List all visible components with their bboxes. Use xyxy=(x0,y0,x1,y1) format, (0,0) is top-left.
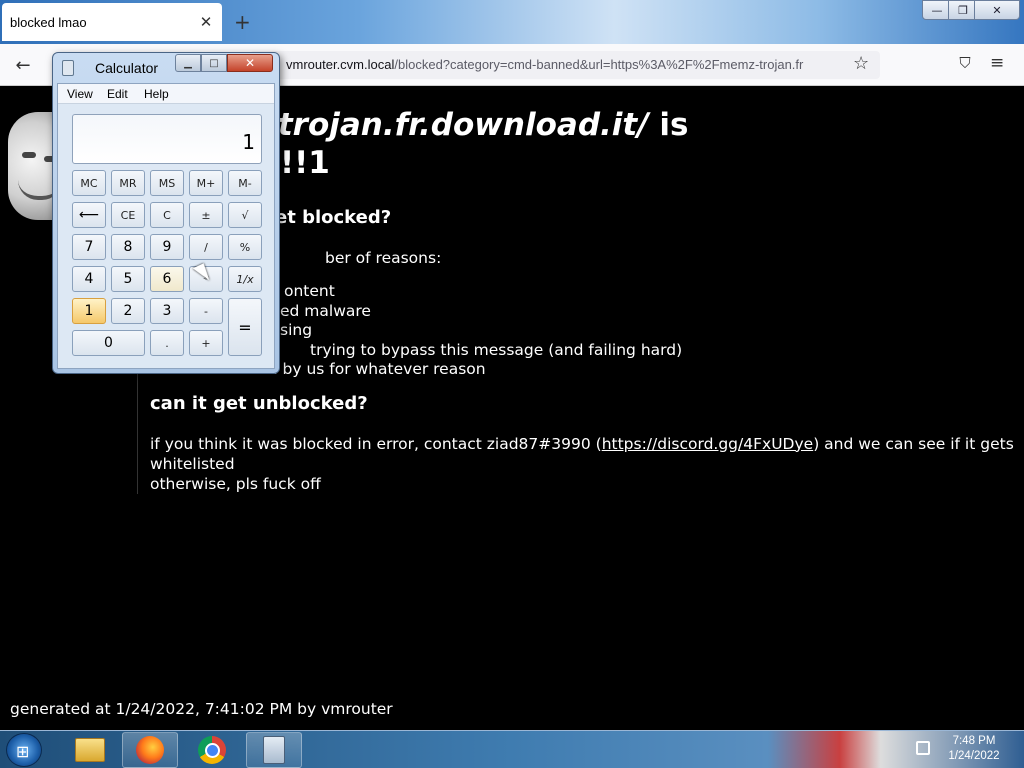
system-clock[interactable]: 7:48 PM 1/24/2022 xyxy=(936,734,1012,764)
taskbar: ⊞ 7:48 PM 1/24/2022 xyxy=(0,730,1024,768)
digit-4-button[interactable]: 4 xyxy=(72,266,106,292)
digit-6-button[interactable]: 6 xyxy=(150,266,184,292)
calculator-display: 1 xyxy=(72,114,262,164)
ce-button[interactable]: CE xyxy=(111,202,145,228)
list-item: trying to bypass this message (and faili… xyxy=(310,340,683,359)
taskbar-calculator-button[interactable] xyxy=(246,732,302,768)
equals-button[interactable]: = xyxy=(228,298,262,356)
digit-8-button[interactable]: 8 xyxy=(111,234,145,260)
calc-maximize-button[interactable]: □ xyxy=(201,54,227,72)
calc-close-button[interactable]: ✕ xyxy=(227,54,273,72)
hamburger-menu-icon[interactable]: ≡ xyxy=(990,53,1004,73)
why-heading: et blocked? xyxy=(275,207,392,228)
plus-button[interactable]: + xyxy=(189,330,223,356)
m-minus-button[interactable]: M- xyxy=(228,170,262,196)
backspace-button[interactable]: ⟵ xyxy=(72,202,106,228)
sqrt-button[interactable]: √ xyxy=(228,202,262,228)
ms-button[interactable]: MS xyxy=(150,170,184,196)
taskbar-explorer-button[interactable] xyxy=(62,732,118,768)
contact-before: if you think it was blocked in error, co… xyxy=(150,434,602,453)
list-item: it's blocked by us for whatever reason xyxy=(190,360,486,378)
trollface-eye xyxy=(22,152,36,158)
menu-view[interactable]: View xyxy=(67,87,93,101)
url-path: /blocked?category=cmd-banned&url=https%3… xyxy=(394,57,804,72)
firefox-icon xyxy=(136,736,164,764)
minus-button[interactable]: - xyxy=(189,298,223,324)
calculator-menubar: View Edit Help xyxy=(58,84,274,104)
footer-text: generated at 1/24/2022, 7:41:02 PM by vm… xyxy=(10,700,393,718)
decimal-button[interactable]: . xyxy=(150,330,184,356)
list-item: sing xyxy=(280,321,313,339)
url-text: vmrouter.cvm.local/blocked?category=cmd-… xyxy=(286,57,803,72)
taskbar-firefox-button[interactable] xyxy=(122,732,178,768)
new-tab-icon[interactable]: + xyxy=(234,10,251,34)
contact-text: if you think it was blocked in error, co… xyxy=(150,434,1017,474)
mr-button[interactable]: MR xyxy=(111,170,145,196)
tab-close-icon[interactable]: ✕ xyxy=(198,13,214,31)
digit-3-button[interactable]: 3 xyxy=(150,298,184,324)
m-plus-button[interactable]: M+ xyxy=(189,170,223,196)
clear-button[interactable]: C xyxy=(150,202,184,228)
calculator-icon xyxy=(62,60,74,76)
menu-edit[interactable]: Edit xyxy=(107,87,128,101)
calculator-body: View Edit Help 1 MC MR MS M+ M- ⟵ CE C ±… xyxy=(57,83,275,369)
start-button[interactable]: ⊞ xyxy=(6,733,42,767)
reasons-intro: ber of reasons: xyxy=(325,249,442,267)
tab-blocked-lmao[interactable]: blocked lmao ✕ xyxy=(2,3,222,41)
digit-1-button[interactable]: 1 xyxy=(72,298,106,324)
plus-minus-button[interactable]: ± xyxy=(189,202,223,228)
reasons-list: ontent ed malware sing trying to bypass … xyxy=(150,282,1017,380)
chrome-icon xyxy=(198,736,226,764)
discord-link[interactable]: https://discord.gg/4FxUDye xyxy=(602,435,814,453)
back-arrow-icon[interactable]: ← xyxy=(10,53,36,77)
network-icon[interactable] xyxy=(916,741,930,755)
divide-button[interactable]: / xyxy=(189,234,223,260)
clock-date: 1/24/2022 xyxy=(948,750,1000,762)
calculator-window[interactable]: Calculator ▁ □ ✕ View Edit Help 1 MC MR … xyxy=(52,52,280,374)
clock-time: 7:48 PM xyxy=(952,735,996,747)
menu-help[interactable]: Help xyxy=(144,87,169,101)
tab-title: blocked lmao xyxy=(10,14,87,30)
address-bar[interactable]: vmrouter.cvm.local/blocked?category=cmd-… xyxy=(250,51,880,79)
digit-9-button[interactable]: 9 xyxy=(150,234,184,260)
digit-7-button[interactable]: 7 xyxy=(72,234,106,260)
digit-2-button[interactable]: 2 xyxy=(111,298,145,324)
list-item: ed malware xyxy=(280,301,371,320)
digit-0-button[interactable]: 0 xyxy=(72,330,145,356)
url-host: vmrouter.cvm.local xyxy=(286,57,395,72)
calculator-icon xyxy=(263,736,285,764)
taskbar-chrome-button[interactable] xyxy=(184,732,240,768)
folder-icon xyxy=(75,738,105,762)
headline-exclaim: !!1 xyxy=(280,145,330,181)
calculator-title: Calculator xyxy=(95,60,159,76)
windows-logo-icon: ⊞ xyxy=(16,742,30,761)
calc-minimize-button[interactable]: ▁ xyxy=(175,54,201,72)
otherwise-text: otherwise, pls fuck off xyxy=(150,474,321,493)
bookmark-star-icon[interactable]: ☆ xyxy=(853,53,869,74)
percent-button[interactable]: % xyxy=(228,234,262,260)
digit-5-button[interactable]: 5 xyxy=(111,266,145,292)
list-item: ontent xyxy=(284,282,335,300)
close-window-button[interactable]: ✕ xyxy=(974,0,1020,20)
headline-is: is xyxy=(648,107,689,143)
mc-button[interactable]: MC xyxy=(72,170,106,196)
pocket-icon[interactable]: ⛉ xyxy=(955,54,975,72)
tab-bar: blocked lmao ✕ + — ❐ ✕ xyxy=(0,0,1024,44)
display-value: 1 xyxy=(242,130,255,154)
reciprocal-button[interactable]: 1/x xyxy=(228,266,262,292)
unblock-heading: can it get unblocked? xyxy=(150,392,368,414)
